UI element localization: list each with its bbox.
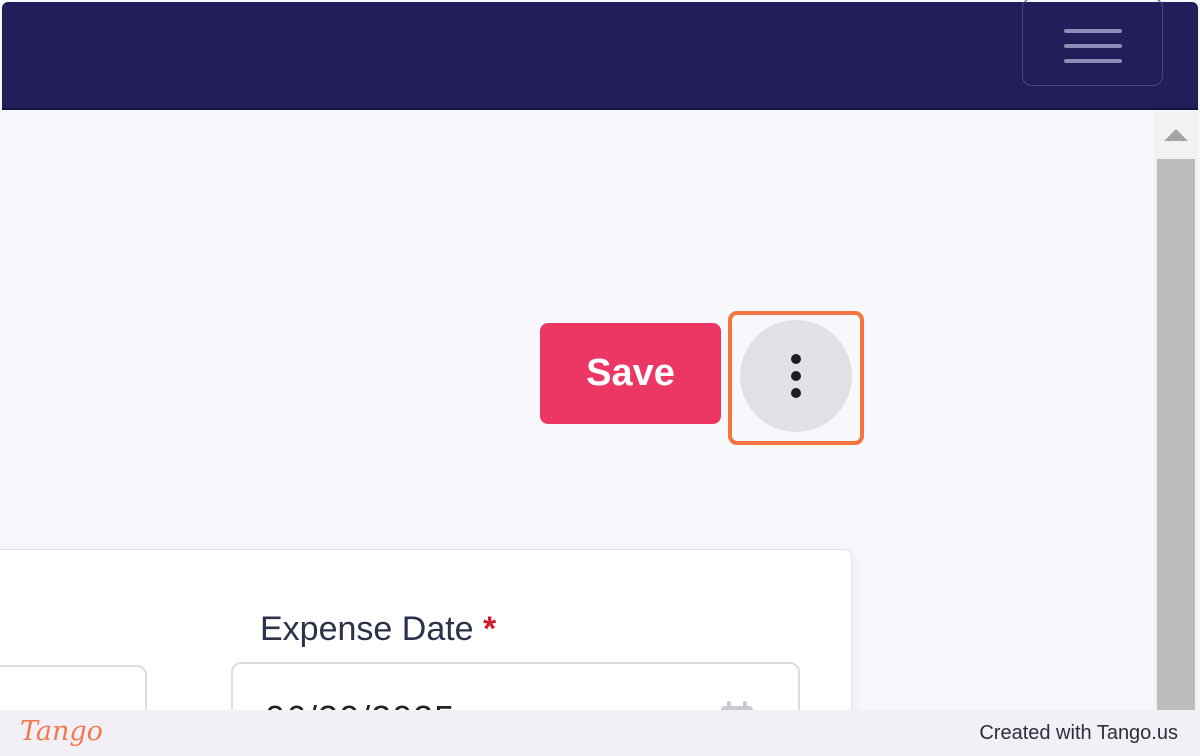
- scroll-up-arrow-icon[interactable]: [1154, 112, 1198, 158]
- menu-bar: [1063, 29, 1122, 33]
- vertical-ellipsis-icon[interactable]: [740, 320, 852, 432]
- top-navbar: [2, 0, 1198, 110]
- ellipsis-dot: [791, 388, 801, 398]
- expense-date-label-text: Expense Date: [260, 610, 474, 648]
- app-window: Save Expense Date * 06/30/2025: [0, 0, 1200, 756]
- menu-bar: [1063, 44, 1122, 48]
- expense-date-label: Expense Date *: [260, 610, 496, 649]
- menu-bar: [1063, 59, 1122, 63]
- ellipsis-dot: [791, 354, 801, 364]
- tango-footer: Tango Created with Tango.us: [0, 710, 1200, 756]
- hamburger-menu-icon[interactable]: [1022, 0, 1163, 86]
- vertical-scrollbar[interactable]: [1154, 112, 1198, 719]
- tango-logo: Tango: [20, 716, 103, 747]
- ellipsis-dot: [791, 371, 801, 381]
- required-marker: *: [483, 610, 497, 648]
- scrollbar-thumb[interactable]: [1157, 159, 1195, 719]
- save-button[interactable]: Save: [540, 323, 721, 424]
- created-with-text: Created with Tango.us: [979, 722, 1178, 744]
